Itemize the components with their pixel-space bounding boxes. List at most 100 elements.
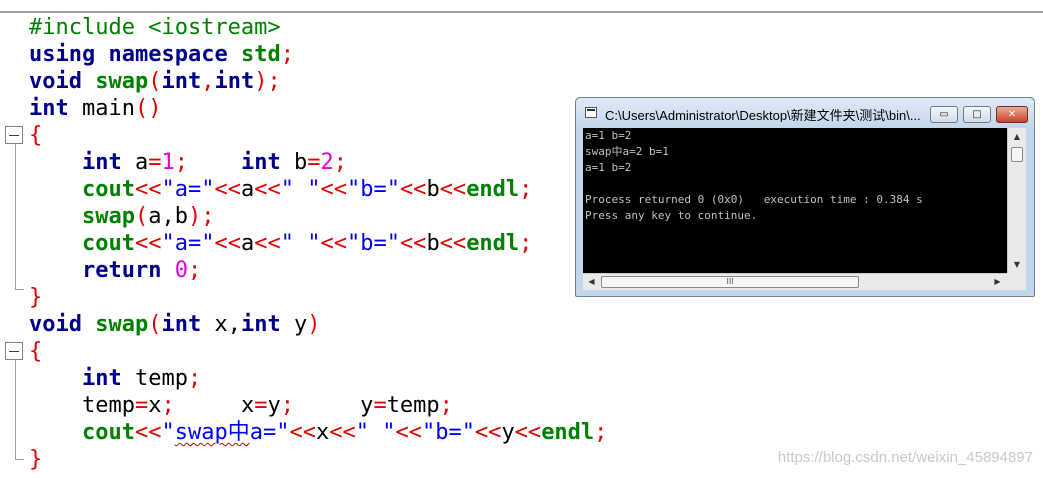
code-token: " " [280,231,321,256]
code-token: << [214,177,241,202]
code-token: ); [254,69,281,94]
code-token: "b=" [421,420,475,445]
code-token: cout [81,420,135,445]
code-token: ; [333,150,347,175]
horizontal-scroll-thumb[interactable]: III [601,276,859,288]
code-line-16: cout<<"swap中a="<<x<<" "<<"b="<<y<<endl; [29,419,607,446]
watermark-url: https://blog.csdn.net/weixin_45894897 [777,449,1033,466]
code-token: << [329,420,356,445]
code-token: a [240,177,255,202]
console-window[interactable]: C:\Users\Administrator\Desktop\新建文件夹\测试\… [575,97,1035,297]
code-line-1: #include <iostream> [29,14,281,41]
code-token: ; [187,258,202,283]
code-token: ); [187,204,215,229]
code-token: << [399,231,427,256]
code-token: namespace [108,42,228,67]
minimize-button[interactable]: ▭ [930,106,958,123]
code-token: return [81,258,162,283]
code-token: << [399,177,427,202]
scroll-right-arrow-icon[interactable]: ▶ [989,274,1006,290]
code-token: y [267,393,281,418]
code-token: swap [95,312,149,337]
scroll-up-arrow-icon[interactable]: ▲ [1008,128,1026,145]
code-token: ( [148,69,162,94]
maximize-button[interactable]: □ [963,106,991,123]
code-token: std [240,42,281,67]
code-token: } [29,285,43,310]
code-token: << [289,420,316,445]
spellcheck-flagged-token: swap中 [174,420,250,445]
code-token: ; [439,393,453,418]
code-token: << [320,177,347,202]
code-line-17: } [29,446,42,473]
code-token: int [29,96,69,121]
code-line-2: using namespace std; [29,41,294,68]
code-token: , [201,69,215,94]
code-token: swap [81,204,135,229]
scroll-left-arrow-icon[interactable]: ◀ [583,274,600,290]
code-token: x [174,393,255,418]
resize-grip[interactable] [1007,273,1026,290]
code-token: = [307,150,321,175]
code-token: int [161,312,202,337]
code-token: 0 [174,258,188,283]
code-token: ; [280,42,294,67]
code-token: int [214,69,255,94]
console-output-line: a=1 b=2 [585,129,632,142]
code-token: << [134,177,162,202]
fold-guide-main [15,126,16,289]
scroll-down-arrow-icon[interactable]: ▼ [1008,256,1026,273]
code-token: << [320,231,347,256]
code-line-8: swap(a,b); [29,203,214,230]
console-output-line: Press any key to continue. [585,209,758,222]
code-token: << [254,231,281,256]
code-line-12: void swap(int x,int y) [29,311,320,338]
close-button[interactable]: ✕ [996,106,1028,123]
code-token: endl [466,231,520,256]
code-line-11: } [29,284,42,311]
code-token: " " [355,420,396,445]
console-window-icon[interactable] [585,107,597,118]
code-line-13: { [29,338,42,365]
code-token: y [280,312,308,337]
code-token: ; [187,366,202,391]
fold-toggle-swap[interactable] [5,342,23,360]
code-line-10: return 0; [29,257,201,284]
code-token: int [81,150,122,175]
code-token: << [474,420,502,445]
code-token: cout [81,231,135,256]
code-token: " [161,420,175,445]
console-titlebar[interactable]: C:\Users\Administrator\Desktop\新建文件夹\测试\… [576,98,1034,128]
code-token: b [426,177,440,202]
code-token: temp [29,393,135,418]
code-line-6: int a=1; int b=2; [29,149,347,176]
code-line-14: int temp; [29,365,201,392]
horizontal-scrollbar[interactable]: ◀ III ▶ [583,273,1007,290]
code-token: 1 [161,150,175,175]
code-token: temp [121,366,188,391]
code-token: cout [81,177,135,202]
code-token: y [293,393,374,418]
vertical-scrollbar[interactable]: ▲ ▼ [1007,128,1026,273]
code-token: ( [148,312,162,337]
code-token: int [161,69,202,94]
code-token: swap [95,69,149,94]
console-output-line: a=1 b=2 [585,161,632,174]
code-token: x [148,393,162,418]
fold-toggle-main[interactable] [5,126,23,144]
code-token: { [29,339,43,364]
code-token: " " [280,177,321,202]
code-token: = [373,393,387,418]
code-token: << [439,177,467,202]
fold-end-main [15,289,24,290]
code-token: = [254,393,268,418]
console-output-area[interactable]: a=1 b=2 swap中a=2 b=1 a=1 b=2 Process ret… [583,128,1007,273]
code-token: "b=" [346,177,400,202]
code-token: "a=" [161,231,215,256]
vertical-scroll-thumb[interactable] [1011,147,1023,162]
